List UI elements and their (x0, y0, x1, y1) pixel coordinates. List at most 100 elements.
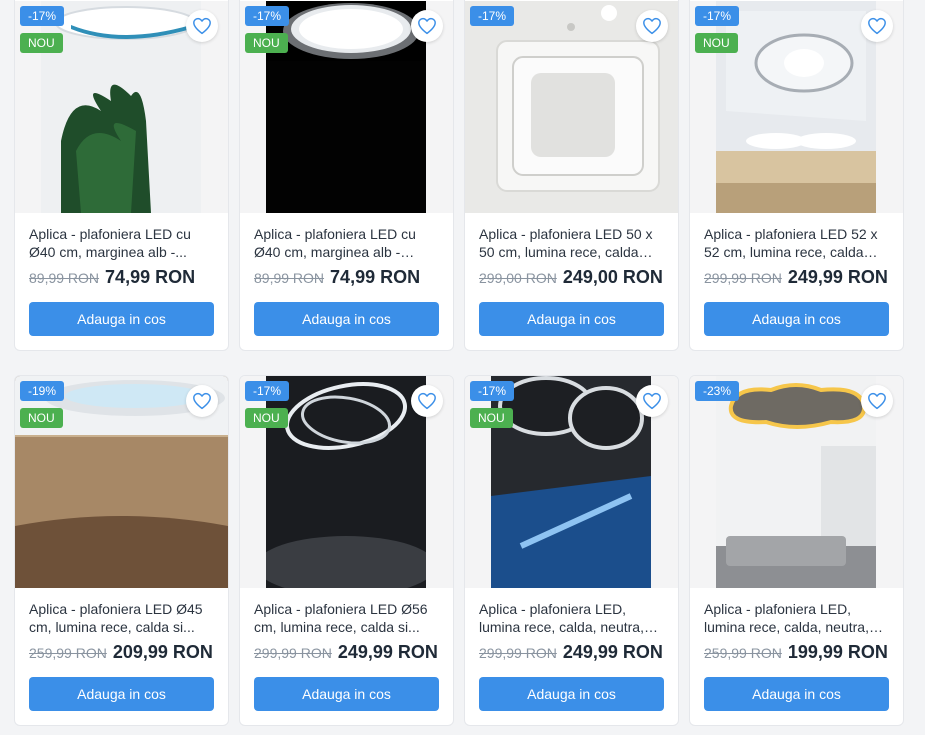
current-price: 74,99 RON (330, 267, 421, 287)
product-card[interactable]: -23% Aplica - plafoniera LED, lumina rec… (689, 375, 904, 726)
price-row: 259,99 RON 199,99 RON (704, 642, 889, 663)
current-price: 199,99 RON (787, 642, 888, 662)
old-price: 259,99 RON (704, 645, 782, 661)
favorite-button[interactable] (411, 10, 443, 42)
product-cell: -17% NOU Aplica - plafoniera LED, lumina… (464, 363, 679, 726)
product-image-area[interactable]: -17% NOU (690, 1, 903, 213)
product-card[interactable]: -17% NOU Aplica - plafoniera LED, lumina… (464, 375, 679, 726)
heart-icon (868, 17, 886, 35)
old-price: 299,99 RON (479, 645, 557, 661)
product-cell: -17% Aplica - plafoniera LED 50 x 50 cm,… (464, 0, 679, 363)
product-cell: -23% Aplica - plafoniera LED, lumina rec… (689, 363, 904, 726)
product-card[interactable]: -17% NOU Aplica - plafoniera LED 52 x 52… (689, 0, 904, 351)
favorite-button[interactable] (636, 385, 668, 417)
old-price: 299,00 RON (479, 270, 557, 286)
new-badge: NOU (695, 33, 738, 53)
current-price: 249,00 RON (562, 267, 663, 287)
current-price: 209,99 RON (112, 642, 213, 662)
price-row: 89,99 RON 74,99 RON (29, 267, 214, 288)
product-cell: -17% NOU Aplica - plafoniera LED 52 x 52… (689, 0, 904, 363)
heart-icon (418, 17, 436, 35)
add-to-cart-button[interactable]: Adauga in cos (29, 677, 214, 711)
current-price: 74,99 RON (105, 267, 196, 287)
product-image-area[interactable]: -17% NOU (240, 1, 453, 213)
old-price: 89,99 RON (29, 270, 100, 286)
favorite-button[interactable] (861, 10, 893, 42)
price-row: 259,99 RON 209,99 RON (29, 642, 214, 663)
product-title[interactable]: Aplica - plafoniera LED Ø56 cm, lumina r… (254, 600, 439, 636)
old-price: 299,99 RON (704, 270, 782, 286)
add-to-cart-button[interactable]: Adauga in cos (254, 677, 439, 711)
product-card[interactable]: -17% Aplica - plafoniera LED 50 x 50 cm,… (464, 0, 679, 351)
heart-icon (868, 392, 886, 410)
old-price: 259,99 RON (29, 645, 107, 661)
add-to-cart-button[interactable]: Adauga in cos (29, 302, 214, 336)
new-badge: NOU (245, 33, 288, 53)
product-image-area[interactable]: -19% NOU (15, 376, 228, 588)
price-row: 299,00 RON 249,00 RON (479, 267, 664, 288)
product-grid: -17% NOU Aplica - plafoniera LED cu Ø40 … (14, 0, 904, 726)
price-row: 299,99 RON 249,99 RON (254, 642, 439, 663)
current-price: 249,99 RON (337, 642, 438, 662)
product-title[interactable]: Aplica - plafoniera LED Ø45 cm, lumina r… (29, 600, 214, 636)
product-cell: -17% NOU Aplica - plafoniera LED cu Ø40 … (14, 0, 229, 363)
product-title[interactable]: Aplica - plafoniera LED, lumina rece, ca… (479, 600, 664, 636)
product-image[interactable] (41, 1, 201, 213)
favorite-button[interactable] (636, 10, 668, 42)
product-cell: -17% NOU Aplica - plafoniera LED cu Ø40 … (239, 0, 454, 363)
favorite-button[interactable] (861, 385, 893, 417)
heart-icon (643, 392, 661, 410)
product-title[interactable]: Aplica - plafoniera LED cu Ø40 cm, margi… (254, 225, 439, 261)
heart-icon (193, 392, 211, 410)
product-image[interactable] (491, 376, 651, 588)
product-title[interactable]: Aplica - plafoniera LED 50 x 50 cm, lumi… (479, 225, 664, 261)
price-row: 299,99 RON 249,99 RON (704, 267, 889, 288)
discount-badge: -19% (20, 381, 65, 401)
old-price: 299,99 RON (254, 645, 332, 661)
favorite-button[interactable] (186, 385, 218, 417)
product-title[interactable]: Aplica - plafoniera LED 52 x 52 cm, lumi… (704, 225, 889, 261)
heart-icon (193, 17, 211, 35)
discount-badge: -17% (245, 6, 290, 26)
add-to-cart-button[interactable]: Adauga in cos (704, 677, 889, 711)
product-image[interactable] (716, 1, 876, 213)
product-card[interactable]: -17% NOU Aplica - plafoniera LED cu Ø40 … (14, 0, 229, 351)
product-image-area[interactable]: -17% NOU (465, 376, 678, 588)
product-image[interactable] (266, 1, 426, 213)
discount-badge: -17% (20, 6, 65, 26)
price-row: 299,99 RON 249,99 RON (479, 642, 664, 663)
product-image-area[interactable]: -17% NOU (15, 1, 228, 213)
new-badge: NOU (20, 33, 63, 53)
heart-icon (418, 392, 436, 410)
product-title[interactable]: Aplica - plafoniera LED, lumina rece, ca… (704, 600, 889, 636)
product-image-area[interactable]: -23% (690, 376, 903, 588)
favorite-button[interactable] (411, 385, 443, 417)
new-badge: NOU (470, 408, 513, 428)
discount-badge: -17% (470, 381, 515, 401)
heart-icon (643, 17, 661, 35)
product-card[interactable]: -17% NOU Aplica - plafoniera LED cu Ø40 … (239, 0, 454, 351)
current-price: 249,99 RON (787, 267, 888, 287)
add-to-cart-button[interactable]: Adauga in cos (479, 677, 664, 711)
product-image-area[interactable]: -17% NOU (240, 376, 453, 588)
product-image-area[interactable]: -17% (465, 1, 678, 213)
product-card[interactable]: -19% NOU Aplica - plafoniera LED Ø45 cm,… (14, 375, 229, 726)
product-image[interactable] (266, 376, 426, 588)
discount-badge: -17% (695, 6, 740, 26)
new-badge: NOU (245, 408, 288, 428)
discount-badge: -17% (470, 6, 515, 26)
favorite-button[interactable] (186, 10, 218, 42)
discount-badge: -17% (245, 381, 290, 401)
old-price: 89,99 RON (254, 270, 325, 286)
product-cell: -19% NOU Aplica - plafoniera LED Ø45 cm,… (14, 363, 229, 726)
add-to-cart-button[interactable]: Adauga in cos (704, 302, 889, 336)
add-to-cart-button[interactable]: Adauga in cos (254, 302, 439, 336)
product-image[interactable] (716, 376, 876, 588)
product-card[interactable]: -17% NOU Aplica - plafoniera LED Ø56 cm,… (239, 375, 454, 726)
add-to-cart-button[interactable]: Adauga in cos (479, 302, 664, 336)
discount-badge: -23% (695, 381, 740, 401)
product-title[interactable]: Aplica - plafoniera LED cu Ø40 cm, margi… (29, 225, 214, 261)
current-price: 249,99 RON (562, 642, 663, 662)
new-badge: NOU (20, 408, 63, 428)
product-cell: -17% NOU Aplica - plafoniera LED Ø56 cm,… (239, 363, 454, 726)
